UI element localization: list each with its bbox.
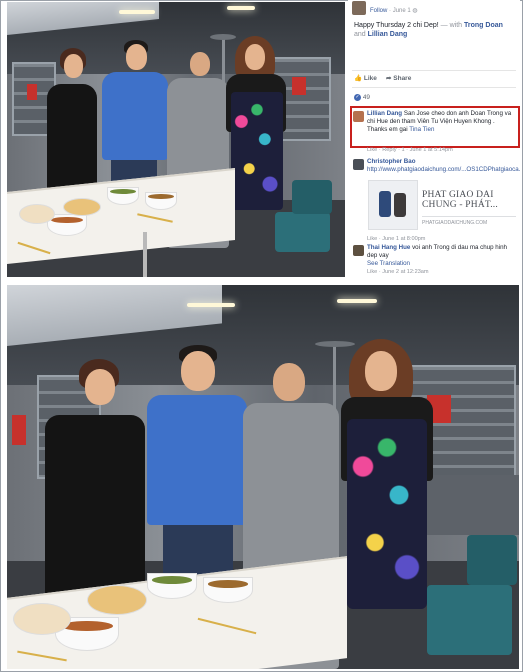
bottom-photo — [7, 285, 519, 669]
commenter-name[interactable]: Thai Hang Hue — [367, 244, 410, 251]
link-preview-domain: PHATGIAODAICHUNG.COM — [422, 216, 516, 226]
link-preview-image — [368, 180, 418, 230]
commenter-name[interactable]: Lillian Dang — [367, 110, 402, 117]
poster-avatar[interactable] — [352, 1, 366, 15]
tagged-person-1[interactable]: Trong Doan — [464, 22, 503, 29]
like-button[interactable]: 👍 Like — [354, 74, 377, 82]
follow-link[interactable]: Follow — [370, 8, 387, 14]
reaction-count: 49 — [362, 94, 371, 102]
reaction-summary[interactable]: ✓ 49 — [354, 94, 370, 101]
tagged-tina[interactable]: Tina Tien — [409, 126, 434, 133]
comment-link[interactable]: http://www.phatgiaodaichung.com/...OS1CD… — [367, 166, 520, 174]
comment-footer[interactable]: Like · June 2 at 12:23am — [367, 268, 515, 276]
link-preview-card[interactable]: PHAT GIAO DAI CHUNG - PHÁT... PHATGIAODA… — [368, 180, 516, 238]
commenter-avatar[interactable] — [353, 245, 364, 256]
facebook-post-panel: Follow · June 1 ◍ Happy Thursday 2 chi D… — [348, 0, 520, 279]
share-arrow-icon: ➦ — [386, 75, 392, 82]
commenter-avatar[interactable] — [353, 111, 364, 122]
globe-icon: ◍ — [412, 8, 418, 14]
thumbs-up-icon: 👍 — [354, 75, 363, 82]
link-preview-title: PHAT GIAO DAI — [422, 190, 494, 200]
like-reaction-icon: ✓ — [354, 94, 361, 101]
post-actions-bar: 👍 Like ➦ Share — [352, 70, 516, 88]
post-meta: Follow · June 1 ◍ — [370, 8, 418, 14]
post-date[interactable]: June 1 — [393, 8, 411, 14]
top-photo — [7, 2, 345, 277]
commenter-name[interactable]: Christopher Bao — [367, 158, 515, 166]
see-translation-link[interactable]: See Translation — [367, 260, 515, 268]
post-text: Happy Thursday 2 chi Dep! — with Trong D… — [354, 22, 503, 38]
post-header: Follow · June 1 ◍ — [352, 0, 516, 20]
commenter-avatar[interactable] — [353, 159, 364, 170]
tagged-person-2[interactable]: Lillian Dang — [368, 31, 408, 38]
share-button[interactable]: ➦ Share — [386, 74, 411, 82]
link-preview-title-2: CHUNG - PHÁT... — [422, 200, 498, 210]
